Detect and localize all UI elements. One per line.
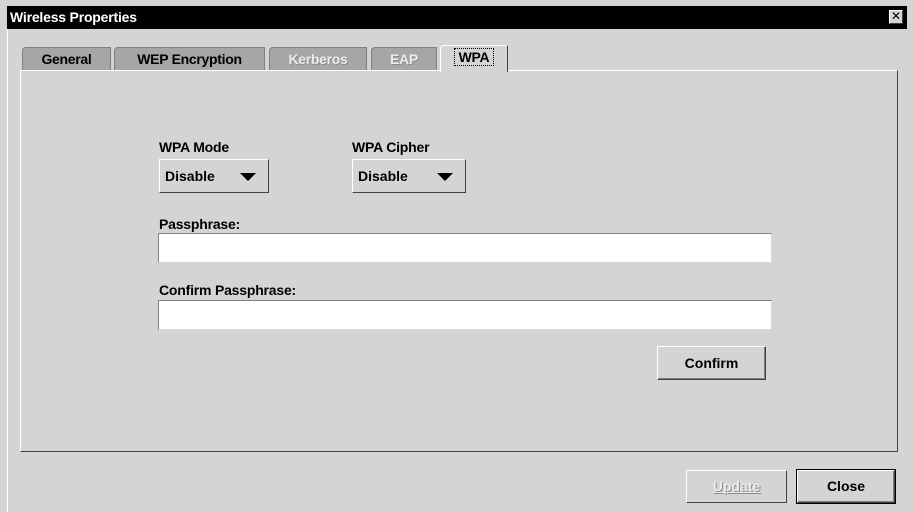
close-button[interactable]: Close bbox=[796, 469, 896, 504]
tab-wpa[interactable]: WPA bbox=[440, 45, 508, 72]
wpa-cipher-value: Disable bbox=[358, 168, 408, 184]
confirm-button[interactable]: Confirm bbox=[657, 346, 766, 380]
window-title: Wireless Properties bbox=[10, 9, 137, 25]
tab-eap: EAP bbox=[371, 47, 437, 71]
tab-wpa-label: WPA bbox=[453, 48, 495, 66]
wireless-properties-dialog: Wireless Properties ✕ General WEP Encryp… bbox=[0, 0, 914, 512]
confirm-passphrase-field[interactable] bbox=[158, 300, 772, 330]
wpa-cipher-label: WPA Cipher bbox=[352, 139, 430, 155]
tab-general[interactable]: General bbox=[22, 47, 111, 71]
wpa-tab-panel: WPA Mode Disable WPA Cipher Disable Pass… bbox=[20, 70, 898, 452]
close-window-icon[interactable]: ✕ bbox=[889, 10, 903, 24]
confirm-passphrase-label: Confirm Passphrase: bbox=[159, 282, 297, 298]
tab-wep-encryption-label: WEP Encryption bbox=[137, 51, 242, 67]
tab-eap-label: EAP bbox=[390, 51, 418, 67]
tab-wep-encryption[interactable]: WEP Encryption bbox=[114, 47, 265, 71]
title-bar[interactable]: Wireless Properties ✕ bbox=[7, 6, 907, 29]
chevron-down-icon bbox=[240, 173, 256, 181]
wpa-mode-dropdown[interactable]: Disable bbox=[159, 159, 269, 193]
chevron-down-icon bbox=[437, 173, 453, 181]
tab-kerberos: Kerberos bbox=[269, 47, 367, 71]
update-button: Update bbox=[686, 470, 787, 503]
wpa-cipher-dropdown[interactable]: Disable bbox=[352, 159, 466, 193]
passphrase-label: Passphrase: bbox=[159, 216, 241, 232]
wpa-mode-label: WPA Mode bbox=[159, 139, 229, 155]
update-button-label: Update bbox=[712, 478, 761, 494]
passphrase-field[interactable] bbox=[158, 233, 772, 263]
confirm-button-bevel bbox=[658, 347, 765, 379]
wpa-mode-value: Disable bbox=[165, 168, 215, 184]
close-button-bevel bbox=[798, 471, 894, 502]
tab-general-label: General bbox=[41, 51, 92, 67]
tab-kerberos-label: Kerberos bbox=[288, 51, 348, 67]
